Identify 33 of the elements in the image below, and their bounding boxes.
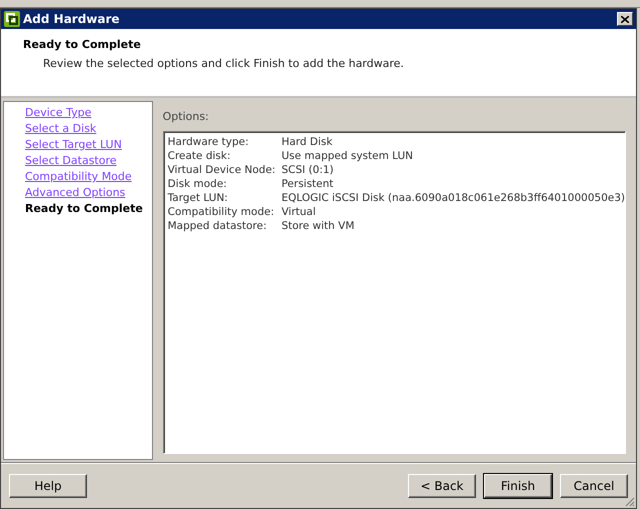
window-title: Add Hardware (23, 11, 121, 28)
option-value: SCSI (0:1) (281, 163, 335, 177)
step-link[interactable]: Select Target LUN (25, 137, 152, 153)
header-subtitle: Review the selected options and click Finish to add the hardware. (42, 56, 405, 72)
resize-grip-icon (623, 495, 635, 507)
option-value: Persistent (281, 177, 334, 191)
step-link[interactable]: Device Type (25, 105, 152, 121)
step-link[interactable]: Compatibility Mode (25, 169, 152, 185)
option-name: Hardware type: (168, 135, 250, 149)
step-link[interactable]: Select a Disk (25, 121, 152, 137)
app-icon (4, 11, 20, 27)
close-button[interactable] (617, 12, 633, 26)
option-name: Disk mode: (168, 177, 228, 191)
step-link[interactable]: Select Datastore (25, 153, 152, 169)
option-name: Virtual Device Node: (168, 163, 276, 177)
finish-button[interactable]: Finish (484, 474, 552, 498)
step-link[interactable]: Advanced Options (25, 185, 152, 201)
close-icon (621, 16, 629, 22)
option-value: Hard Disk (281, 135, 334, 149)
option-name: Compatibility mode: (168, 205, 276, 219)
option-value: Virtual (281, 205, 317, 219)
option-name: Create disk: (168, 149, 232, 163)
step-link[interactable]: Ready to Complete (25, 201, 152, 217)
cancel-button[interactable]: Cancel (560, 474, 628, 498)
option-value: Use mapped system LUN (281, 149, 414, 163)
options-label: Options: (162, 109, 210, 125)
option-name: Mapped datastore: (168, 219, 268, 233)
option-value: EQLOGIC iSCSI Disk (naa.6090a018c061e268b3ff6401000050e3) (281, 191, 625, 205)
header-title: Ready to Complete (23, 37, 142, 53)
option-name: Target LUN: (168, 191, 229, 205)
help-button[interactable]: Help (9, 474, 87, 498)
option-value: Store with VM (281, 219, 356, 233)
back-button[interactable]: < Back (408, 474, 476, 498)
